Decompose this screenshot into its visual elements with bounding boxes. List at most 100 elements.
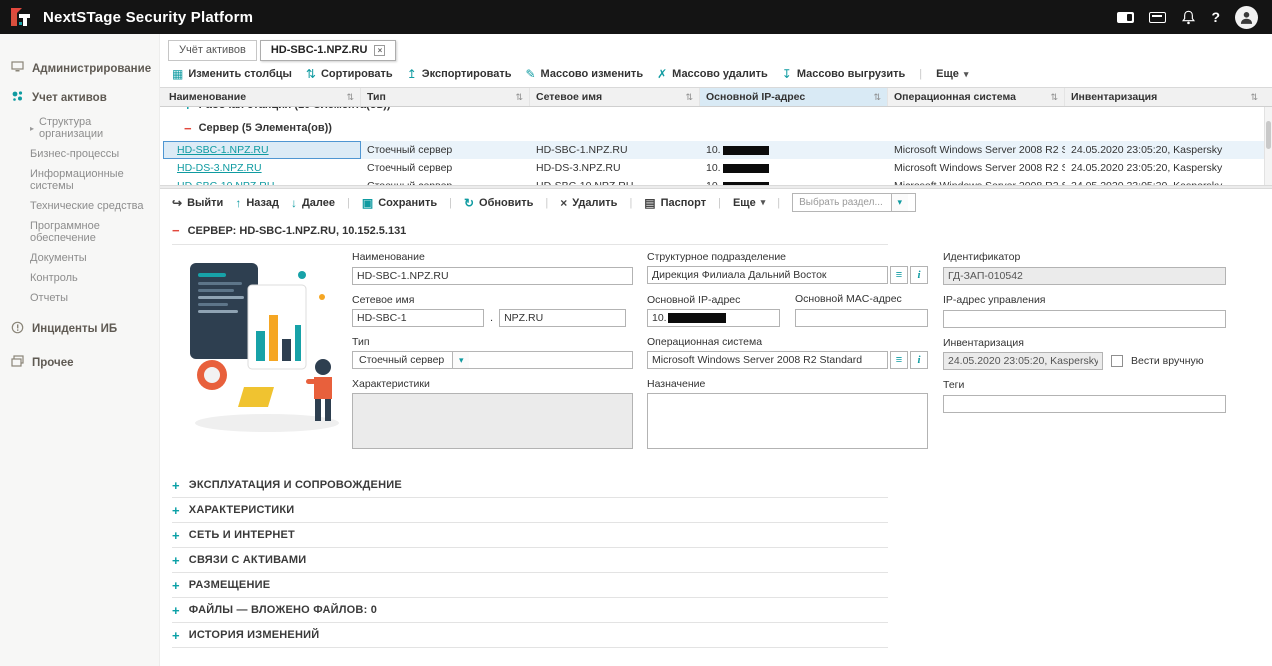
section-characteristics[interactable]: + ХАРАКТЕРИСТИКИ <box>172 498 888 523</box>
mgmt-ip-input[interactable] <box>943 310 1226 328</box>
expand-section-icon[interactable]: + <box>172 578 180 593</box>
tab-label: HD-SBC-1.NPZ.RU <box>271 44 368 56</box>
sidebar-subitem-org-structure[interactable]: ▸ Структура организации <box>0 112 159 144</box>
previous-record-button[interactable]: ↑ Назад <box>235 196 279 210</box>
ip-input[interactable]: 10. <box>647 309 780 327</box>
cell-inventory: 24.05.2020 23:05:20, Kaspersky <box>1065 141 1264 159</box>
cell-netname: HD-DS-3.NPZ.RU <box>530 159 700 177</box>
column-header-name[interactable]: Наименование ⇅ <box>163 88 361 106</box>
reference-lookup-icon[interactable]: ≡ <box>890 351 908 369</box>
export-button[interactable]: ↥ Экспортировать <box>407 67 512 81</box>
sidebar-subitem-reports[interactable]: Отчеты <box>0 288 159 308</box>
mac-input[interactable] <box>795 309 928 327</box>
column-header-ip[interactable]: Основной IP-адрес ⇅ <box>700 88 888 106</box>
cell-ip: 10. <box>700 177 888 185</box>
section-operation[interactable]: + ЭКСПЛУАТАЦИЯ И СОПРОВОЖДЕНИЕ <box>172 473 888 498</box>
reference-lookup-icon[interactable]: ≡ <box>890 266 908 284</box>
refresh-button[interactable]: ↻ Обновить <box>464 196 533 210</box>
info-icon[interactable]: i <box>910 266 928 284</box>
sidebar-item-assets[interactable]: Учет активов <box>0 83 159 112</box>
mass-delete-button[interactable]: ✗ Массово удалить <box>657 67 768 81</box>
monitor-icon[interactable] <box>1149 12 1166 23</box>
group-row-workstation[interactable]: + Рабочая станция (10 Элемента(ов)) <box>163 107 1272 115</box>
button-label: Массово выгрузить <box>797 68 905 80</box>
table-scrollbar[interactable] <box>1264 107 1272 185</box>
section-history[interactable]: + ИСТОРИЯ ИЗМЕНЕНИЙ <box>172 623 888 648</box>
os-input[interactable] <box>647 351 888 369</box>
next-record-button[interactable]: ↓ Далее <box>291 196 335 210</box>
column-header-os[interactable]: Операционная система ⇅ <box>888 88 1065 106</box>
edit-columns-button[interactable]: ▦ Изменить столбцы <box>172 67 292 81</box>
scrollbar-thumb[interactable] <box>1266 121 1271 149</box>
section-files[interactable]: + ФАЙЛЫ — ВЛОЖЕНО ФАЙЛОВ: 0 <box>172 598 888 623</box>
close-tab-icon[interactable]: × <box>374 45 385 56</box>
save-button[interactable]: ▣ Сохранить <box>362 196 437 210</box>
card-view-icon[interactable] <box>1117 12 1134 23</box>
sidebar-item-administration[interactable]: Администрирование <box>0 54 159 83</box>
more-button[interactable]: Еще ▾ <box>733 197 765 209</box>
tags-input[interactable] <box>943 395 1226 413</box>
mass-edit-button[interactable]: ✎ Массово изменить <box>525 67 643 81</box>
section-network[interactable]: + СЕТЬ И ИНТЕРНЕТ <box>172 523 888 548</box>
sort-button[interactable]: ⇅ Сортировать <box>306 67 393 81</box>
tab-asset-accounting[interactable]: Учёт активов <box>168 40 257 61</box>
form-column-3: Идентификатор IP-адрес управления Инвент… <box>943 251 1226 422</box>
table-row[interactable]: HD-SBC-1.NPZ.RU Стоечный сервер HD-SBC-1… <box>163 141 1272 159</box>
table-row[interactable]: HD-DS-3.NPZ.RU Стоечный сервер HD-DS-3.N… <box>163 159 1272 177</box>
tab-hd-sbc-1[interactable]: HD-SBC-1.NPZ.RU × <box>260 40 397 61</box>
table-row[interactable]: HD-SBC-10.NPZ.RU Стоечный сервер HD-SBC-… <box>163 177 1272 185</box>
expand-section-icon[interactable]: + <box>172 603 180 618</box>
button-label: Паспорт <box>661 197 706 209</box>
name-input[interactable] <box>352 267 633 285</box>
toolbar-separator: | <box>629 197 632 209</box>
manual-inventory-checkbox[interactable] <box>1111 355 1123 367</box>
help-icon[interactable]: ? <box>1211 9 1220 25</box>
sidebar-subitem-technical-means[interactable]: Технические средства <box>0 196 159 216</box>
column-header-type[interactable]: Тип ⇅ <box>361 88 530 106</box>
section-select[interactable]: Выбрать раздел... ▾ <box>792 193 916 212</box>
notifications-bell-icon[interactable] <box>1181 10 1196 25</box>
expand-section-icon[interactable]: + <box>172 478 180 493</box>
asset-link[interactable]: HD-DS-3.NPZ.RU <box>177 162 262 174</box>
sidebar-subitem-documents[interactable]: Документы <box>0 248 159 268</box>
column-label: Основной IP-адрес <box>706 91 805 103</box>
expand-section-icon[interactable]: + <box>172 553 180 568</box>
netname-domain-input[interactable] <box>499 309 626 327</box>
collapse-group-icon[interactable]: − <box>184 121 192 136</box>
expand-section-icon[interactable]: + <box>172 528 180 543</box>
mass-unload-button[interactable]: ↧ Массово выгрузить <box>782 67 906 81</box>
detail-header[interactable]: − СЕРВЕР: HD-SBC-1.NPZ.RU, 10.152.5.131 <box>172 223 888 238</box>
section-placement[interactable]: + РАЗМЕЩЕНИЕ <box>172 573 888 598</box>
cell-ip: 10. <box>700 141 888 159</box>
expand-section-icon[interactable]: + <box>172 503 180 518</box>
button-label: Массово изменить <box>541 68 644 80</box>
collapse-section-icon[interactable]: − <box>172 223 180 238</box>
netname-host-input[interactable] <box>352 309 484 327</box>
sidebar-item-incidents[interactable]: Инциденты ИБ <box>0 314 159 344</box>
sidebar-subitem-business-processes[interactable]: Бизнес-процессы <box>0 144 159 164</box>
more-button[interactable]: Еще ▾ <box>936 68 968 80</box>
group-row-server[interactable]: − Сервер (5 Элемента(ов)) <box>163 115 1272 141</box>
info-icon[interactable]: i <box>910 351 928 369</box>
user-avatar[interactable] <box>1235 6 1258 29</box>
expand-group-icon[interactable]: + <box>184 107 192 113</box>
asset-link[interactable]: HD-SBC-10.NPZ.RU <box>177 180 274 185</box>
delete-x-icon: × <box>560 196 567 210</box>
button-label: Обновить <box>479 197 533 209</box>
purpose-textarea[interactable] <box>647 393 928 449</box>
column-header-netname[interactable]: Сетевое имя ⇅ <box>530 88 700 106</box>
unit-input[interactable] <box>647 266 888 284</box>
sidebar-subitem-control[interactable]: Контроль <box>0 268 159 288</box>
column-header-inventory[interactable]: Инвентаризация ⇅ <box>1065 88 1264 106</box>
incidents-icon <box>10 321 24 337</box>
sidebar-subitem-information-systems[interactable]: Информационные системы <box>0 164 159 196</box>
sidebar-item-misc[interactable]: Прочее <box>0 348 159 377</box>
exit-button[interactable]: ↪ Выйти <box>172 196 223 210</box>
type-select[interactable]: Стоечный сервер ▾ <box>352 351 633 369</box>
sidebar-subitem-software[interactable]: Программное обеспечение <box>0 216 159 248</box>
delete-button[interactable]: × Удалить <box>560 196 617 210</box>
passport-button[interactable]: ▤ Паспорт <box>644 196 706 210</box>
expand-section-icon[interactable]: + <box>172 628 180 643</box>
section-asset-links[interactable]: + СВЯЗИ С АКТИВАМИ <box>172 548 888 573</box>
asset-link[interactable]: HD-SBC-1.NPZ.RU <box>177 144 269 156</box>
